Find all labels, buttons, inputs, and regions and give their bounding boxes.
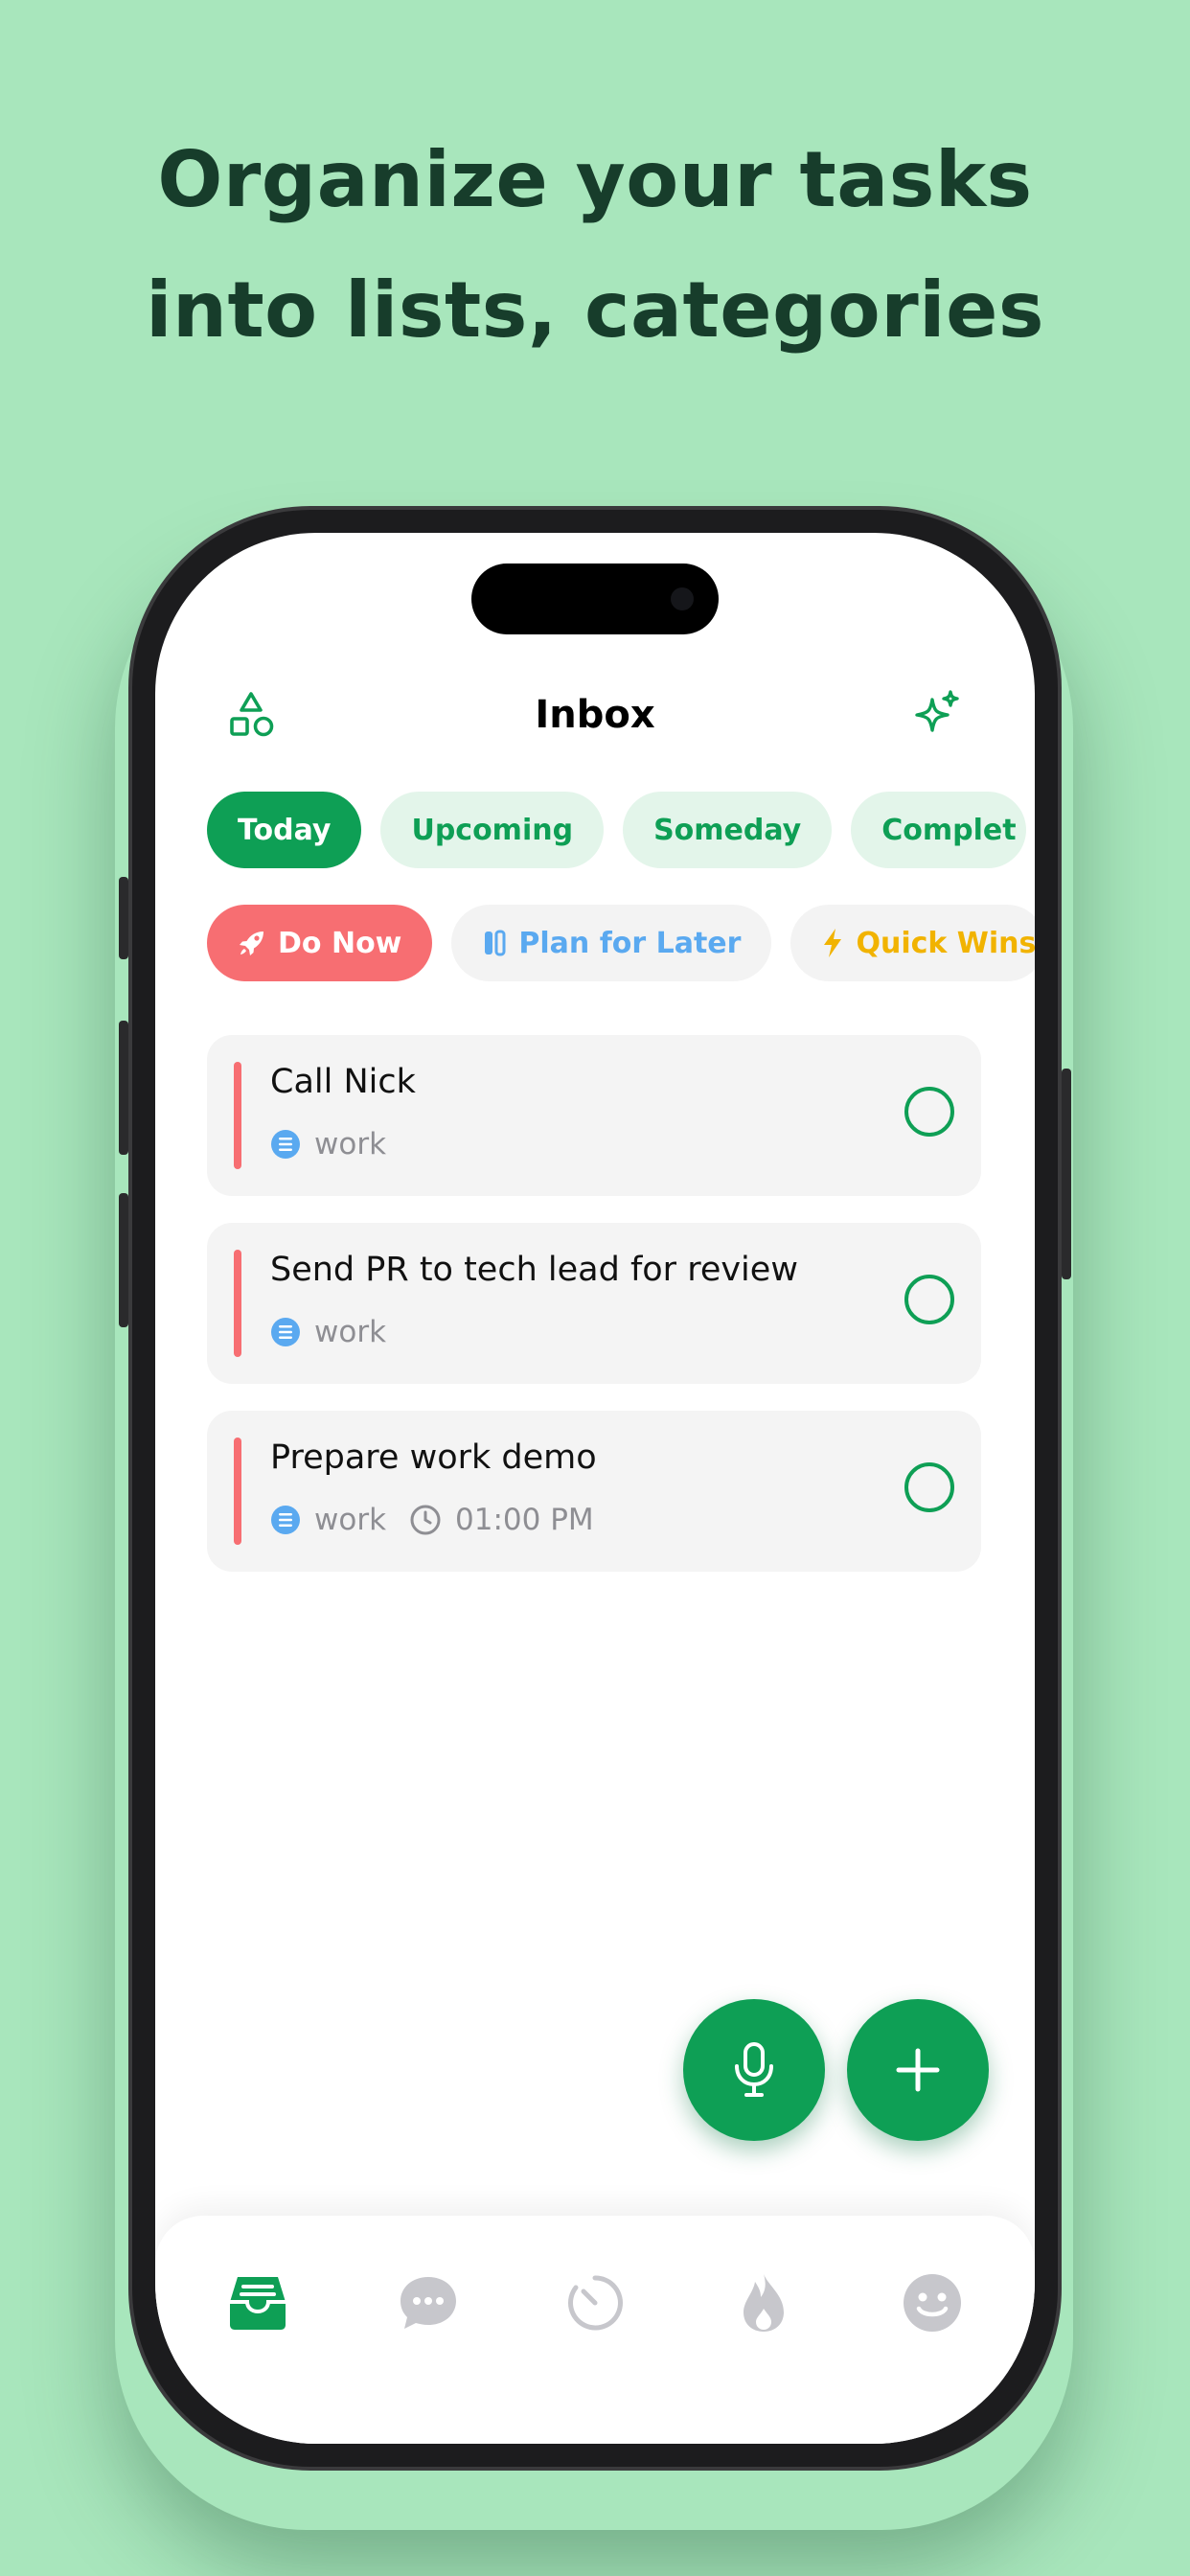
- list-icon: [270, 1505, 301, 1535]
- filter-label: Do Now: [278, 926, 402, 960]
- clock-icon: [409, 1504, 442, 1536]
- headline-line-2: into lists, categories: [146, 265, 1044, 355]
- complete-checkbox[interactable]: [904, 1275, 954, 1324]
- timer-icon: [568, 2275, 623, 2331]
- dynamic-island: [471, 564, 719, 634]
- complete-checkbox[interactable]: [904, 1087, 954, 1137]
- nav-timer[interactable]: [561, 2269, 629, 2336]
- microphone-icon: [735, 2042, 773, 2097]
- nav-inbox[interactable]: [224, 2269, 291, 2336]
- priority-bar: [234, 1250, 241, 1357]
- task-list-label: work: [314, 1315, 387, 1349]
- power-button: [1062, 1069, 1071, 1279]
- tab-label: Complet: [881, 813, 1017, 847]
- priority-filters: Do Now Plan for Later Quick Wins: [207, 905, 1035, 981]
- bottom-tab-bar: [155, 2216, 1035, 2444]
- filter-label: Quick Wins: [856, 926, 1035, 960]
- lightning-icon: [824, 929, 842, 957]
- priority-bar: [234, 1438, 241, 1545]
- plus-icon: [896, 2048, 940, 2092]
- inbox-icon: [230, 2277, 286, 2330]
- task-item[interactable]: Send PR to tech lead for review work: [207, 1223, 981, 1384]
- filter-label: Plan for Later: [518, 926, 742, 960]
- nav-streak[interactable]: [730, 2269, 797, 2336]
- tab-label: Upcoming: [411, 813, 574, 847]
- action-button: [119, 877, 128, 959]
- headline-line-1: Organize your tasks: [157, 135, 1033, 224]
- task-meta: work 01:00 PM: [270, 1499, 594, 1541]
- task-title: Prepare work demo: [270, 1438, 597, 1477]
- task-meta: work: [270, 1123, 386, 1165]
- tab-today[interactable]: Today: [207, 792, 362, 868]
- filter-plan-for-later[interactable]: Plan for Later: [451, 905, 772, 981]
- add-task-button[interactable]: [847, 1999, 989, 2141]
- tab-upcoming[interactable]: Upcoming: [380, 792, 605, 868]
- task-list-label: work: [314, 1127, 387, 1162]
- page-title: Inbox: [535, 693, 655, 737]
- priority-bar: [234, 1062, 241, 1169]
- phone-screen: Inbox Today Upcoming Someday Complet Do …: [155, 533, 1035, 2444]
- calendar-icon: [485, 930, 506, 956]
- chat-icon: [400, 2277, 456, 2329]
- list-icon: [270, 1317, 301, 1347]
- rocket-icon: [240, 932, 263, 955]
- voice-add-button[interactable]: [683, 1999, 825, 2141]
- complete-checkbox[interactable]: [904, 1462, 954, 1512]
- nav-chat[interactable]: [395, 2269, 462, 2336]
- date-tabs: Today Upcoming Someday Complet: [207, 792, 1026, 868]
- sparkles-icon[interactable]: [907, 686, 965, 744]
- task-title: Send PR to tech lead for review: [270, 1251, 798, 1289]
- tab-completed[interactable]: Complet: [851, 792, 1026, 868]
- task-list-label: work: [314, 1503, 387, 1537]
- task-time: 01:00 PM: [455, 1503, 594, 1537]
- smiley-icon: [904, 2274, 961, 2332]
- headline: Organize your tasks into lists, categori…: [0, 115, 1190, 376]
- task-item[interactable]: Call Nick work: [207, 1035, 981, 1196]
- app-header: Inbox: [155, 677, 1035, 753]
- tab-label: Someday: [653, 813, 802, 847]
- task-title: Call Nick: [270, 1063, 416, 1101]
- volume-up-button: [119, 1021, 128, 1155]
- tab-someday[interactable]: Someday: [623, 792, 833, 868]
- filter-do-now[interactable]: Do Now: [207, 905, 433, 981]
- tab-label: Today: [238, 813, 332, 847]
- volume-down-button: [119, 1193, 128, 1327]
- task-meta: work: [270, 1311, 386, 1353]
- flame-icon: [744, 2274, 784, 2332]
- list-icon: [270, 1129, 301, 1160]
- filter-quick-wins[interactable]: Quick Wins: [790, 905, 1035, 981]
- nav-profile[interactable]: [899, 2269, 966, 2336]
- camera-dot: [671, 587, 694, 610]
- task-item[interactable]: Prepare work demo work 01:00 PM: [207, 1411, 981, 1572]
